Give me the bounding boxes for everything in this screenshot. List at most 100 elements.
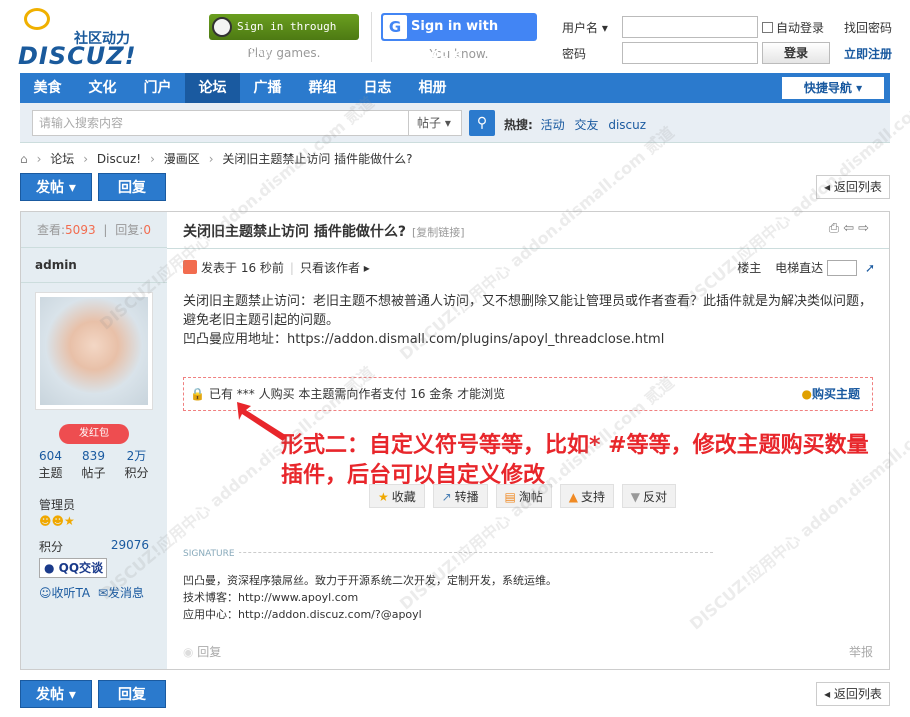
next-thread-icon[interactable]: ⇨ [858, 221, 873, 236]
qq-chat-button[interactable]: ● QQ交谈 [39, 558, 107, 578]
breadcrumb-current[interactable]: 关闭旧主题禁止访问 插件能做什么? [222, 152, 412, 166]
logo-bubble-icon [24, 8, 50, 30]
follow-link[interactable]: ☺收听TA [39, 586, 90, 600]
steam-tagline: Play games. [247, 46, 321, 60]
nav-item-culture[interactable]: 文化 [75, 73, 130, 103]
copy-link[interactable]: [复制链接] [412, 226, 465, 239]
breadcrumb-item[interactable]: 论坛 [50, 152, 74, 166]
floor-info: 楼主 电梯直达 ➚ [737, 259, 875, 276]
login-button[interactable]: 登录 [762, 42, 830, 64]
hot-search-item[interactable]: 交友 [574, 118, 598, 132]
auto-login-checkbox[interactable]: 自动登录 [762, 19, 824, 36]
nav-item-forum[interactable]: 论坛 [185, 73, 240, 103]
elevator-go-icon[interactable]: ➚ [865, 261, 875, 275]
home-icon[interactable]: ⌂ [20, 152, 28, 166]
user-stat[interactable]: 839 帖子 [72, 448, 115, 482]
act-label: 转播 [454, 490, 479, 504]
google-icon: G [383, 15, 407, 39]
print-icon[interactable]: ⎙ [829, 221, 843, 236]
user-group[interactable]: 管理员 [39, 496, 75, 513]
share-button[interactable]: ↗ 转播 [432, 484, 488, 508]
signature-line: 应用中心：http://addon.discuz.com/?@apoyl [183, 608, 422, 621]
nav-item-broadcast[interactable]: 广播 [240, 73, 295, 103]
follow-label: 收听TA [51, 586, 91, 600]
auto-login-label: 自动登录 [776, 21, 825, 35]
checkbox-icon [762, 22, 773, 33]
username-input[interactable] [622, 16, 758, 38]
back-to-list-button[interactable]: ◂ 返回列表 [816, 175, 890, 199]
nav-item-blog[interactable]: 日志 [350, 73, 405, 103]
post-button[interactable]: 发帖 ▾ [20, 173, 92, 201]
avatar[interactable] [35, 292, 153, 410]
hot-search-item[interactable]: discuz [608, 118, 646, 132]
message-link[interactable]: ✉发消息 [98, 586, 144, 600]
post-main: 关闭旧主题禁止访问 插件能做什么? [复制链接] ⎙⇦⇨ 发表于 16 秒前 | 只看… [167, 212, 889, 669]
password-label: 密码 [562, 47, 587, 61]
post-actions: ★ 收藏 ↗ 转播 ▤ 淘帖 ▲ 支持 ▼ 反对 [369, 484, 680, 508]
search-button[interactable]: ⚲ [469, 110, 495, 136]
online-status-icon [183, 260, 197, 274]
hongbao-button[interactable]: 发红包 [59, 424, 129, 444]
favorite-button[interactable]: ★ 收藏 [369, 484, 425, 508]
annotation-text: 形式二：自定义符号等等，比如* #等等，修改主题购买数量插件，后台可以自定义修改 [281, 433, 869, 488]
title-divider [167, 248, 889, 249]
floor-label: 楼主 [737, 261, 762, 275]
hot-search: 热搜: 活动 交友 discuz [504, 116, 652, 133]
report-link[interactable]: 举报 [849, 643, 873, 660]
nav-item-food[interactable]: 美食 [20, 73, 75, 103]
qq-label: QQ交谈 [58, 561, 104, 575]
elevator-input[interactable] [827, 260, 858, 276]
prev-thread-icon[interactable]: ⇦ [843, 221, 858, 236]
steam-login-button[interactable]: Sign in through STEAM [209, 14, 359, 59]
google-login: G Sign in with Google You know. [381, 13, 537, 62]
signature: 凹凸曼，资深程序猿屌丝。致力于开源系统二次开发，定制开发，系统运维。 技术博客：… [183, 572, 557, 623]
stat-value: 2万 [126, 449, 147, 463]
post-reply-link[interactable]: ◉ 回复 [183, 643, 221, 660]
nav-item-portal[interactable]: 门户 [130, 73, 185, 103]
username-label[interactable]: 用户名 ▾ [562, 19, 622, 36]
breadcrumb-item[interactable]: Discuz! [97, 152, 141, 166]
share-icon: ↗ [441, 490, 452, 504]
top-action-bar: 发帖 ▾ 回复 ◂ 返回列表 [20, 173, 890, 201]
signature-divider [183, 552, 713, 553]
author-name[interactable]: admin [21, 248, 167, 283]
act-label: 淘帖 [518, 490, 543, 504]
act-label: 收藏 [391, 490, 416, 504]
nav-item-album[interactable]: 相册 [405, 73, 460, 103]
hot-search-label: 热搜: [504, 118, 533, 132]
google-login-button[interactable]: G Sign in with Google [381, 13, 537, 62]
collect-button[interactable]: ▤ 淘帖 [495, 484, 552, 508]
user-stat[interactable]: 604 主题 [29, 448, 72, 482]
steam-icon [212, 17, 232, 37]
replies-count: 0 [143, 223, 151, 237]
search-input[interactable]: 请输入搜索内容 [32, 110, 412, 136]
steam-login: Sign in through STEAM Play games. [209, 14, 359, 60]
only-author-link[interactable]: 只看该作者 ▸ [300, 261, 370, 275]
search-type-select[interactable]: 帖子 ▾ [408, 110, 462, 136]
buy-thread-button[interactable]: ●购买主题 [802, 378, 861, 410]
find-password-link[interactable]: 找回密码 [844, 19, 892, 36]
hot-search-item[interactable]: 活动 [541, 118, 565, 132]
back-to-list-button[interactable]: ◂ 返回列表 [816, 682, 890, 706]
reply-button[interactable]: 回复 [98, 173, 166, 201]
post-button[interactable]: 发帖 ▾ [20, 680, 92, 708]
search-icon: ⚲ [476, 115, 488, 131]
signature-label: SIGNATURE [183, 549, 239, 559]
site-logo[interactable]: 社区动力 DISCUZ! [18, 6, 138, 70]
post-content-line: 凹凸曼应用地址：https://addon.dismall.com/plugin… [183, 332, 665, 347]
register-link[interactable]: 立即注册 [844, 45, 892, 62]
nav-item-groups[interactable]: 群组 [295, 73, 350, 103]
coin-icon: ● [801, 387, 812, 401]
signature-line: 凹凸曼，资深程序猿屌丝。致力于开源系统二次开发，定制开发，系统运维。 [183, 574, 557, 587]
reply-button[interactable]: 回复 [98, 680, 166, 708]
oppose-button[interactable]: ▼ 反对 [621, 484, 677, 508]
breadcrumb-item[interactable]: 漫画区 [164, 152, 200, 166]
quick-nav-button[interactable]: 快捷导航 ▾ [782, 77, 884, 99]
views-count: 5093 [65, 223, 96, 237]
replies-label: 回复: [115, 223, 144, 237]
password-input[interactable] [622, 42, 758, 64]
user-credit: 积分 29076 [39, 538, 149, 555]
user-stat[interactable]: 2万 积分 [115, 448, 158, 482]
support-button[interactable]: ▲ 支持 [559, 484, 614, 508]
lock-icon: 🔒 [190, 387, 205, 401]
